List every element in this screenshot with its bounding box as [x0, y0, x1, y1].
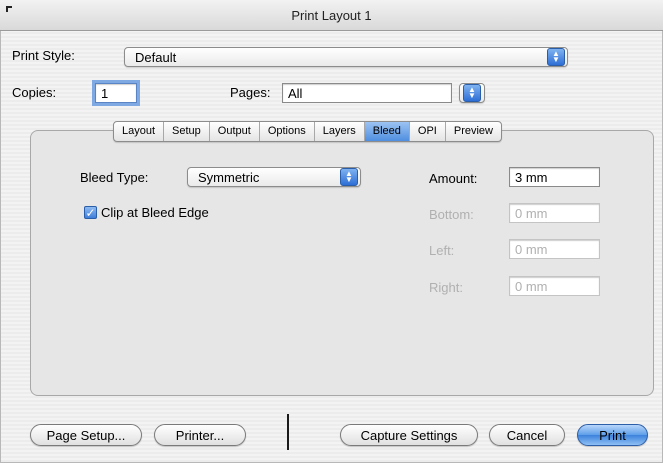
bleed-type-value: Symmetric [198, 169, 260, 185]
print-style-popup[interactable]: Default ▲ ▼ [124, 47, 568, 67]
window-title: Print Layout 1 [291, 7, 372, 23]
capture-settings-button[interactable]: Capture Settings [340, 424, 478, 446]
bottom-label: Bottom: [429, 207, 474, 222]
pages-popup-button[interactable]: ▲ ▼ [459, 83, 485, 103]
bottom-field[interactable]: 0 mm [509, 203, 600, 223]
pages-value: All [288, 85, 303, 101]
tab-layers[interactable]: Layers [315, 122, 365, 141]
print-button[interactable]: Print [577, 424, 648, 446]
tab-bar: Layout Setup Output Options Layers Bleed… [113, 121, 502, 142]
cancel-button[interactable]: Cancel [489, 424, 565, 446]
copies-field[interactable]: 1 [95, 83, 137, 103]
pages-label: Pages: [230, 85, 271, 100]
title-bar[interactable]: Print Layout 1 [0, 0, 663, 31]
right-label: Right: [429, 280, 463, 295]
popup-stepper-icon: ▲ ▼ [547, 48, 565, 66]
tab-layout[interactable]: Layout [114, 122, 165, 141]
amount-field[interactable]: 3 mm [509, 167, 600, 187]
amount-value: 3 mm [515, 169, 548, 185]
pages-field[interactable]: All [282, 83, 452, 103]
copies-value: 1 [101, 85, 109, 101]
tab-opi[interactable]: OPI [410, 122, 446, 141]
copies-label: Copies: [12, 85, 57, 100]
clip-at-bleed-edge-label[interactable]: Clip at Bleed Edge [101, 205, 209, 220]
bleed-type-popup[interactable]: Symmetric ▲ ▼ [187, 167, 361, 187]
tab-options[interactable]: Options [260, 122, 315, 141]
left-label: Left: [429, 243, 455, 258]
checkmark-icon: ✓ [85, 206, 96, 220]
popup-stepper-icon: ▲ ▼ [463, 84, 481, 102]
left-value: 0 mm [515, 241, 548, 257]
amount-label: Amount: [429, 171, 478, 186]
bottom-value: 0 mm [515, 205, 548, 221]
tab-setup[interactable]: Setup [164, 122, 210, 141]
clip-at-bleed-edge-checkbox[interactable]: ✓ [84, 206, 97, 220]
bleed-type-label: Bleed Type: [80, 170, 149, 185]
page-setup-button[interactable]: Page Setup... [30, 424, 142, 446]
print-style-label: Print Style: [12, 48, 75, 63]
print-dialog-window: Print Layout 1 Print Style: Default ▲ ▼ C… [0, 0, 663, 463]
window-corner-mark [6, 6, 12, 12]
popup-stepper-icon: ▲ ▼ [340, 168, 358, 186]
button-divider [287, 414, 289, 450]
tab-output[interactable]: Output [210, 122, 260, 141]
tab-preview[interactable]: Preview [446, 122, 501, 141]
left-field[interactable]: 0 mm [509, 239, 600, 259]
right-field[interactable]: 0 mm [509, 276, 600, 296]
tab-bleed[interactable]: Bleed [364, 122, 410, 141]
right-value: 0 mm [515, 278, 548, 294]
printer-button[interactable]: Printer... [154, 424, 246, 446]
print-style-value: Default [135, 49, 177, 65]
